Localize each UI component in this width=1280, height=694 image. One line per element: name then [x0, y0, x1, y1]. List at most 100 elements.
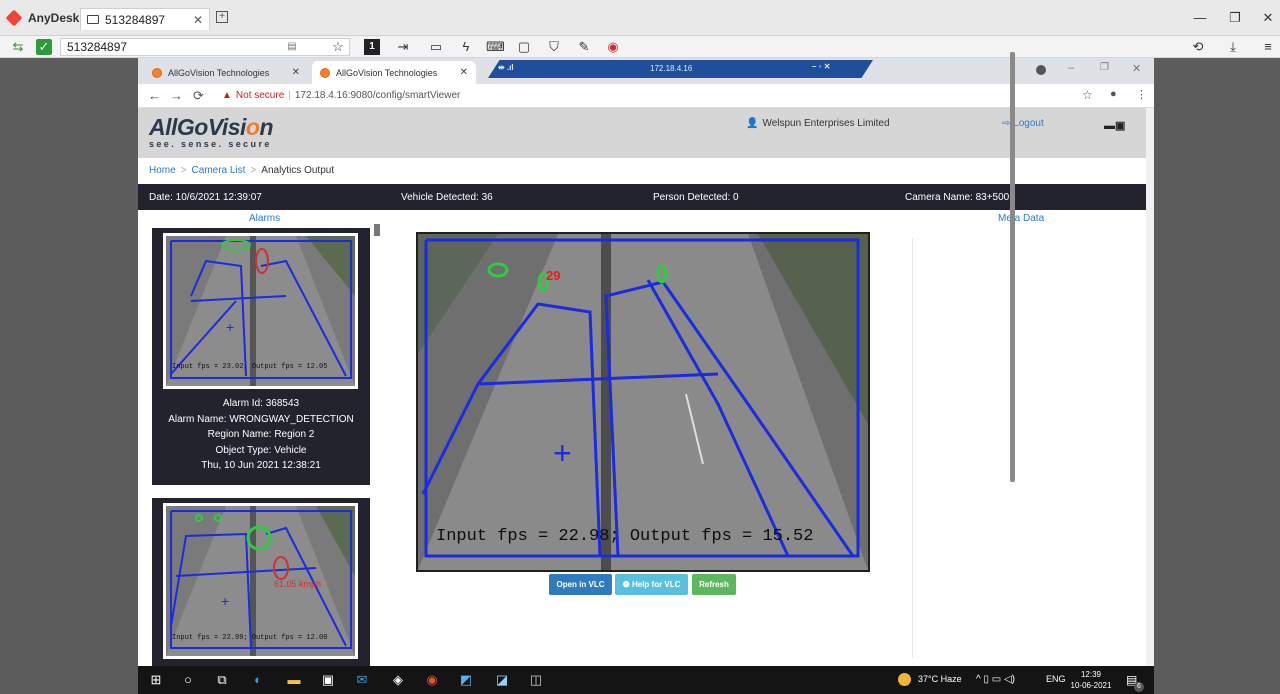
remote-session-bar[interactable]: ⇹ .ıl 172.18.4.16 – ▫ ✕: [488, 60, 873, 78]
app-pinned-icon-3[interactable]: ◫: [528, 673, 544, 687]
record-icon[interactable]: ◉: [605, 39, 621, 55]
browser-minimize-button[interactable]: –: [1068, 62, 1074, 74]
url-text: 172.18.4.16:9080/config/smartViewer: [294, 90, 461, 101]
browser-tab-active[interactable]: AllGoVision Technologies ✕: [312, 61, 476, 84]
help-for-vlc-button[interactable]: ❶ Help for VLC: [615, 574, 688, 595]
close-tab-icon[interactable]: ✕: [460, 67, 468, 78]
language-indicator[interactable]: ENG: [1046, 674, 1066, 684]
collapse-window-icon[interactable]: ▬▣: [1104, 119, 1125, 132]
close-tab-icon[interactable]: ✕: [292, 67, 300, 78]
refresh-button[interactable]: Refresh: [692, 574, 736, 595]
page-scrollbar-track[interactable]: [1146, 108, 1154, 666]
app-pinned-icon[interactable]: ◩: [458, 673, 474, 687]
bookmark-star-icon[interactable]: ☆: [1082, 88, 1093, 102]
logout-link[interactable]: ⇨ Logout: [1002, 118, 1044, 129]
anydesk-session-tab[interactable]: 513284897 ✕: [80, 8, 210, 30]
address-tools-icon[interactable]: ▤: [284, 39, 300, 55]
store-icon[interactable]: ▣: [320, 673, 336, 687]
new-tab-icon[interactable]: +: [216, 11, 228, 23]
allgovision-logo[interactable]: AllGoVision see. sense. secure: [149, 114, 274, 149]
permissions-icon[interactable]: ⛉: [546, 39, 562, 55]
url-divider: |: [288, 90, 291, 101]
window-restore-button[interactable]: ❐: [1225, 10, 1245, 26]
speed-label: 61.05 kmph: [274, 579, 322, 589]
breadcrumb-camera-list[interactable]: Camera List: [192, 165, 246, 176]
alarm-name: Alarm Name: WRONGWAY_DETECTION: [168, 413, 354, 425]
alarms-scrollbar[interactable]: [374, 224, 380, 236]
session-controls-icon[interactable]: – ▫ ✕: [812, 62, 830, 71]
browser-addressbar: ← → ⟳ ▲ Not secure | 172.18.4.16:9080/co…: [138, 84, 1154, 108]
alarm-region: Region Name: Region 2: [207, 429, 315, 441]
profile-circle-icon[interactable]: [1036, 65, 1046, 75]
alarm-snapshot[interactable]: + 61.05 kmph Input fps = 22.99; Output f…: [163, 503, 358, 659]
favicon-icon: [320, 67, 330, 78]
window-minimize-button[interactable]: —: [1190, 10, 1210, 25]
browser-restore-button[interactable]: ❐: [1100, 62, 1109, 73]
svg-text:+: +: [226, 319, 234, 335]
browser-tab[interactable]: AllGoVision Technologies ✕: [144, 61, 308, 84]
mail-icon[interactable]: ✉: [354, 673, 370, 687]
browser-menu-icon[interactable]: ⋮: [1136, 88, 1147, 101]
keyboard-icon[interactable]: ⌨: [486, 39, 505, 55]
favorite-star-icon[interactable]: ☆: [330, 39, 346, 55]
logo-tagline: see. sense. secure: [149, 139, 272, 149]
logout-label: Logout: [1013, 118, 1044, 129]
url-field[interactable]: ▲ Not secure | 172.18.4.16:9080/config/s…: [222, 90, 460, 101]
anydesk-toolbar: ⇆ ✓ 513284897 ▤ ☆ 1 ⇥ ▭ ϟ ⌨ ▢ ⛉ ✎ ◉ ⟲ ⤓ …: [0, 36, 1280, 58]
whiteboard-pen-icon[interactable]: ✎: [576, 39, 592, 55]
breadcrumb: Home > Camera List > Analytics Output: [149, 165, 335, 176]
analytics-video-feed[interactable]: 29 + Input fps = 22.98; Output fps = 15.…: [416, 232, 870, 572]
track-id-label: 29: [546, 268, 560, 283]
info-icon: ❶: [622, 580, 630, 589]
video-fps-caption: Input fps = 22.98; Output fps = 15.52: [436, 527, 814, 546]
edge-browser-icon[interactable]: ◐: [250, 673, 266, 687]
app-pinned-icon-2[interactable]: ◪: [494, 673, 510, 687]
chrome-icon[interactable]: ◉: [424, 673, 440, 687]
task-view-icon[interactable]: ⧉: [214, 673, 230, 687]
taskbar-clock[interactable]: 12:39 10-06-2021: [1068, 669, 1114, 691]
back-icon[interactable]: ←: [148, 88, 161, 103]
browser-close-button[interactable]: ✕: [1132, 62, 1141, 75]
breadcrumb-home[interactable]: Home: [149, 165, 176, 176]
alarm-card[interactable]: + 61.05 kmph Input fps = 22.99; Output f…: [152, 498, 370, 666]
actions-icon[interactable]: ϟ: [458, 39, 474, 55]
anydesk-address-field[interactable]: 513284897: [60, 38, 350, 56]
network-app-icon[interactable]: ◈: [390, 673, 406, 687]
forward-icon[interactable]: →: [170, 88, 183, 103]
search-icon[interactable]: ○: [180, 673, 196, 687]
alarm-snapshot[interactable]: + Input fps = 23.02; Output fps = 12.05: [163, 233, 358, 389]
download-icon[interactable]: ⤓: [1225, 39, 1241, 55]
history-icon[interactable]: ⟲: [1190, 39, 1206, 55]
help-for-vlc-label: Help for VLC: [631, 580, 681, 589]
system-tray-icons[interactable]: ^ ▯ ▭ ◁): [976, 674, 1015, 685]
remote-ip-label: 172.18.4.16: [650, 64, 693, 73]
alarm-id: Alarm Id: 368543: [222, 398, 300, 409]
date-readout: Date: 10/6/2021 12:39:07: [149, 192, 262, 203]
display-1-icon[interactable]: 1: [364, 39, 380, 55]
monitor-icon: [87, 15, 99, 24]
page-content: AllGoVision see. sense. secure 👤 Welspun…: [138, 108, 1146, 666]
svg-text:+: +: [553, 435, 572, 471]
open-in-vlc-button[interactable]: Open in VLC: [549, 574, 612, 595]
weather-icon[interactable]: [898, 673, 911, 686]
close-tab-icon[interactable]: ✕: [193, 13, 203, 27]
anydesk-logo: AnyDesk: [5, 9, 79, 27]
chat-icon[interactable]: ▭: [428, 39, 444, 55]
remote-status-icon[interactable]: ⇆: [10, 39, 26, 55]
logo-brand-o: o: [245, 114, 260, 140]
weather-readout[interactable]: 37°C Haze: [918, 674, 962, 684]
display-settings-icon[interactable]: ▢: [516, 39, 532, 55]
window-close-button[interactable]: ✕: [1258, 10, 1278, 26]
alarm-card[interactable]: + Input fps = 23.02; Output fps = 12.05 …: [152, 228, 370, 485]
menu-icon[interactable]: ≡: [1260, 39, 1276, 55]
page-scrollbar-thumb[interactable]: [1010, 52, 1015, 482]
meta-data-panel: [912, 238, 913, 658]
file-explorer-icon[interactable]: ▬: [286, 673, 302, 687]
windows-start-icon[interactable]: ⊞: [148, 673, 164, 687]
browser-tabstrip: AllGoVision Technologies ✕ AllGoVision T…: [138, 58, 1154, 84]
session-pin-icon[interactable]: ⇹ .ıl: [498, 63, 514, 72]
snapshot-fps-caption: Input fps = 22.99; Output fps = 12.00: [172, 634, 328, 642]
file-transfer-icon[interactable]: ⇥: [395, 39, 411, 55]
account-icon[interactable]: ●: [1110, 88, 1117, 100]
reload-icon[interactable]: ⟳: [193, 88, 204, 104]
